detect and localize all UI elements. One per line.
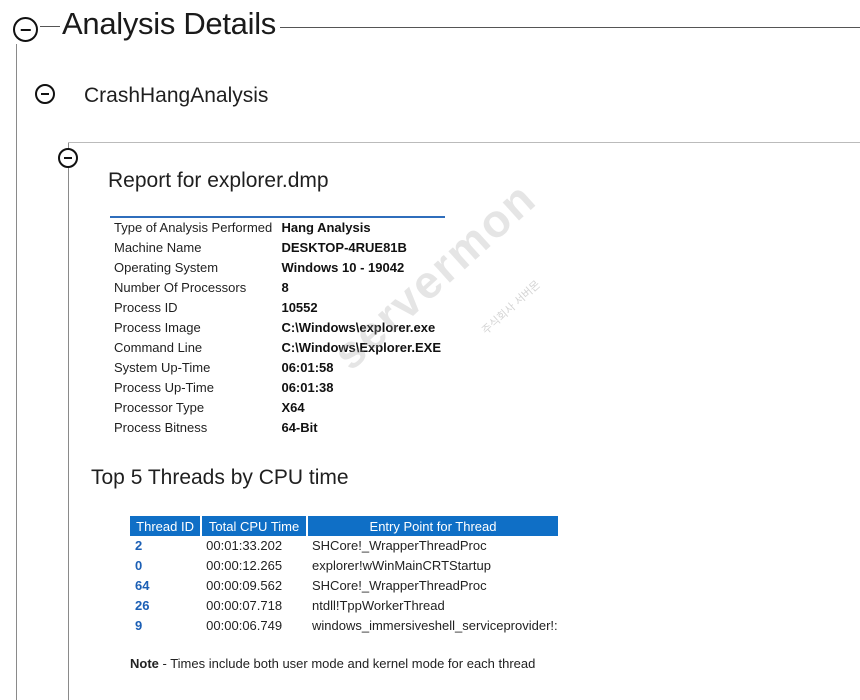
info-label: System Up-Time [114,360,211,375]
note-label: Note [130,656,159,671]
info-value: DESKTOP-4RUE81B [281,240,407,255]
thread-entry-point-cell: SHCore!_WrapperThreadProc [312,578,487,593]
thread-row: 2 00:01:33.202 SHCore!_WrapperThreadProc [130,536,558,556]
threads-title: Top 5 Threads by CPU time [91,466,349,489]
top-threads-table: Thread ID Total CPU Time Entry Point for… [130,516,558,636]
info-row: Processor Type X64 [110,398,445,418]
report-title: Report for explorer.dmp [108,169,329,192]
watermark-subtext: 주식회사 서버몬 [480,278,543,338]
thread-id-cell: 2 [135,538,143,553]
header-entry-point: Entry Point for Thread [307,516,558,536]
thread-row: 26 00:00:07.718 ntdll!TppWorkerThread [130,596,558,616]
info-label: Process Up-Time [114,380,214,395]
info-value: 8 [281,280,289,295]
info-row: Process ID 10552 [110,298,445,318]
info-label: Operating System [114,260,219,275]
info-label: Type of Analysis Performed [114,220,273,235]
thread-id-cell: 9 [135,618,143,633]
info-row: Process Bitness 64-Bit [110,418,445,438]
thread-id-cell: 64 [135,578,150,593]
info-value: 06:01:58 [281,360,334,375]
section-title-crashhang: CrashHangAnalysis [84,84,269,107]
info-value: Hang Analysis [281,220,371,235]
header-rule-level3 [68,142,860,143]
thread-row: 9 00:00:06.749 windows_immersiveshell_serv… [130,616,558,636]
info-row: Type of Analysis Performed Hang Analysis [110,217,445,238]
thread-entry-point-cell: explorer!wWinMainCRTStartup [312,558,491,573]
thread-cpu-time-cell: 00:00:12.265 [206,558,283,573]
info-label: Process Image [114,320,201,335]
info-value: C:\Windows\Explorer.EXE [281,340,441,355]
info-row: Number Of Processors 8 [110,278,445,298]
info-label: Machine Name [114,240,202,255]
thread-cpu-time-cell: 00:00:09.562 [206,578,283,593]
info-value: 64-Bit [281,420,318,435]
thread-cpu-time-cell: 00:01:33.202 [206,538,283,553]
note-text: Note - Times include both user mode and … [130,656,535,671]
header-thread-id: Thread ID [130,516,203,536]
thread-entry-point-cell: SHCore!_WrapperThreadProc [312,538,487,553]
info-value: X64 [281,400,305,415]
info-row: Operating System Windows 10 - 19042 [110,258,445,278]
collapse-crashhang-icon[interactable] [35,84,55,104]
thread-entry-point-cell: windows_immersiveshell_serviceprovider!:… [312,618,558,633]
page-title: Analysis Details [62,6,277,41]
info-label: Processor Type [114,400,205,415]
thread-id-cell: 26 [135,598,150,613]
info-row: Process Image C:\Windows\explorer.exe [110,318,445,338]
thread-id-cell: 0 [135,558,143,573]
info-label: Process ID [114,300,178,315]
info-value: Windows 10 - 19042 [281,260,405,275]
info-label: Command Line [114,340,203,355]
note-body: - Times include both user mode and kerne… [158,656,536,671]
info-label: Number Of Processors [114,280,247,295]
info-row: System Up-Time 06:01:58 [110,358,445,378]
title-dash [40,26,60,27]
info-label: Process Bitness [114,420,208,435]
info-value: 10552 [281,300,318,315]
collapse-report-icon[interactable] [58,148,78,168]
tree-line-level3 [68,142,69,700]
thread-cpu-time-cell: 00:00:07.718 [206,598,283,613]
info-row: Process Up-Time 06:01:38 [110,378,445,398]
info-row: Machine Name DESKTOP-4RUE81B [110,238,445,258]
report-info-table: Type of Analysis Performed Hang Analysis M… [110,216,445,438]
info-row: Command Line C:\Windows\Explorer.EXE [110,338,445,358]
info-value: C:\Windows\explorer.exe [281,320,436,335]
collapse-analysis-details-icon[interactable] [13,17,38,42]
thread-entry-point-cell: ntdll!TppWorkerThread [312,598,445,613]
header-total-cpu-time: Total CPU Time [201,516,308,536]
header-rule-level1 [280,27,860,28]
tree-line-level1 [16,44,17,700]
thread-cpu-time-cell: 00:00:06.749 [206,618,283,633]
thread-row: 64 00:00:09.562 SHCore!_WrapperThreadProc [130,576,558,596]
info-value: 06:01:38 [281,380,334,395]
thread-row: 0 00:00:12.265 explorer!wWinMainCRTStartup [130,556,558,576]
thread-table-header-row: Thread ID Total CPU Time Entry Point for… [130,516,558,536]
